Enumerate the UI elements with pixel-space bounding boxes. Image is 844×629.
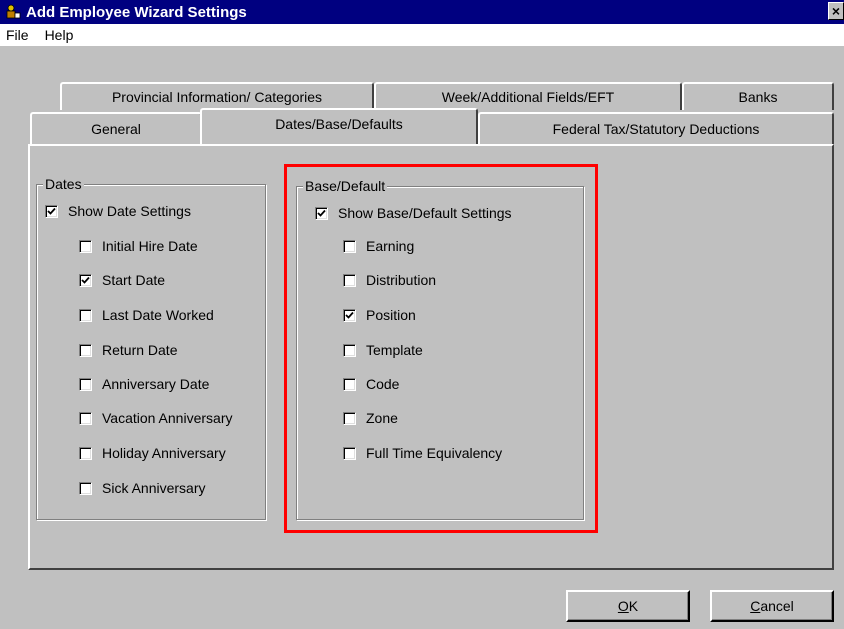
last-date-worked-checkbox[interactable]: Last Date Worked	[79, 305, 214, 325]
start-date-label: Start Date	[102, 272, 166, 288]
holiday-anniversary-checkbox[interactable]: Holiday Anniversary	[79, 443, 226, 463]
cancel-label: ancel	[760, 598, 794, 614]
sick-anniversary-checkbox[interactable]: Sick Anniversary	[79, 478, 205, 498]
cancel-button[interactable]: Cancel	[710, 590, 834, 622]
position-checkbox[interactable]: Position	[343, 305, 416, 325]
show-date-settings-label: Show Date Settings	[68, 203, 191, 219]
position-label: Position	[366, 307, 416, 323]
close-icon: ×	[831, 3, 841, 19]
tab-provincial[interactable]: Provincial Information/ Categories	[60, 82, 374, 110]
checkbox-icon	[343, 239, 356, 253]
title-bar: Add Employee Wizard Settings ×	[0, 0, 844, 24]
checkbox-icon	[79, 239, 92, 253]
ok-button[interactable]: OK	[566, 590, 690, 622]
checkbox-icon	[343, 411, 356, 425]
tab-week-additional-label: Week/Additional Fields/EFT	[441, 89, 615, 105]
app-icon	[4, 3, 22, 21]
checkbox-icon	[79, 377, 92, 391]
template-label: Template	[366, 342, 423, 358]
initial-hire-date-label: Initial Hire Date	[102, 238, 198, 254]
checkbox-icon	[343, 273, 356, 287]
zone-checkbox[interactable]: Zone	[343, 408, 398, 428]
window-title: Add Employee Wizard Settings	[26, 3, 247, 21]
tab-general[interactable]: General	[30, 112, 202, 144]
sick-anniversary-label: Sick Anniversary	[102, 480, 206, 496]
checkbox-icon	[79, 343, 92, 357]
return-date-label: Return Date	[102, 342, 178, 358]
tab-federal-tax-label: Federal Tax/Statutory Deductions	[552, 121, 760, 137]
show-base-default-settings-label: Show Base/Default Settings	[338, 205, 512, 221]
menu-help[interactable]: Help	[37, 27, 82, 43]
distribution-checkbox[interactable]: Distribution	[343, 270, 436, 290]
earning-checkbox[interactable]: Earning	[343, 236, 414, 256]
earning-label: Earning	[366, 238, 415, 254]
tab-provincial-label: Provincial Information/ Categories	[111, 89, 323, 105]
checkbox-icon	[343, 446, 356, 460]
checkbox-checked-icon	[79, 273, 92, 287]
holiday-anniversary-label: Holiday Anniversary	[102, 445, 226, 461]
show-date-settings-checkbox[interactable]: Show Date Settings	[45, 201, 191, 221]
close-button[interactable]: ×	[828, 2, 844, 20]
menu-bar: File Help	[0, 24, 844, 46]
anniversary-date-checkbox[interactable]: Anniversary Date	[79, 374, 209, 394]
menu-file[interactable]: File	[0, 27, 37, 43]
base-default-group: Base/Default Show Base/Default Settings …	[296, 178, 584, 520]
tab-federal-tax[interactable]: Federal Tax/Statutory Deductions	[478, 112, 834, 144]
code-label: Code	[366, 376, 400, 392]
checkbox-icon	[343, 343, 356, 357]
dates-legend: Dates	[43, 176, 84, 192]
cancel-mnemonic: C	[750, 598, 761, 614]
checkbox-icon	[79, 446, 92, 460]
return-date-checkbox[interactable]: Return Date	[79, 340, 177, 360]
checkbox-icon	[79, 308, 92, 322]
tab-dates-base-defaults[interactable]: Dates/Base/Defaults	[200, 108, 478, 144]
full-time-equivalency-label: Full Time Equivalency	[366, 445, 503, 461]
checkbox-checked-icon	[45, 204, 58, 218]
tab-general-label: General	[91, 121, 141, 137]
start-date-checkbox[interactable]: Start Date	[79, 270, 165, 290]
base-default-legend: Base/Default	[303, 178, 388, 194]
code-checkbox[interactable]: Code	[343, 374, 399, 394]
ok-mnemonic: O	[617, 598, 629, 614]
tab-dates-base-defaults-label: Dates/Base/Defaults	[275, 116, 403, 132]
template-checkbox[interactable]: Template	[343, 340, 423, 360]
checkbox-icon	[79, 481, 92, 495]
distribution-label: Distribution	[366, 272, 437, 288]
checkbox-icon	[343, 377, 356, 391]
initial-hire-date-checkbox[interactable]: Initial Hire Date	[79, 236, 198, 256]
dates-group: Dates Show Date Settings Initial Hire Da…	[36, 176, 266, 520]
tab-week-additional[interactable]: Week/Additional Fields/EFT	[374, 82, 682, 110]
ok-label: K	[628, 598, 639, 614]
vacation-anniversary-checkbox[interactable]: Vacation Anniversary	[79, 408, 232, 428]
full-time-equivalency-checkbox[interactable]: Full Time Equivalency	[343, 443, 502, 463]
tab-banks[interactable]: Banks	[682, 82, 834, 110]
anniversary-date-label: Anniversary Date	[102, 376, 210, 392]
checkbox-icon	[79, 411, 92, 425]
zone-label: Zone	[366, 410, 398, 426]
last-date-worked-label: Last Date Worked	[102, 307, 214, 323]
tab-banks-label: Banks	[738, 89, 778, 105]
show-base-default-settings-checkbox[interactable]: Show Base/Default Settings	[315, 203, 512, 223]
checkbox-checked-icon	[343, 308, 356, 322]
vacation-anniversary-label: Vacation Anniversary	[102, 410, 233, 426]
checkbox-checked-icon	[315, 206, 328, 220]
tab-panel: Dates Show Date Settings Initial Hire Da…	[28, 144, 834, 570]
